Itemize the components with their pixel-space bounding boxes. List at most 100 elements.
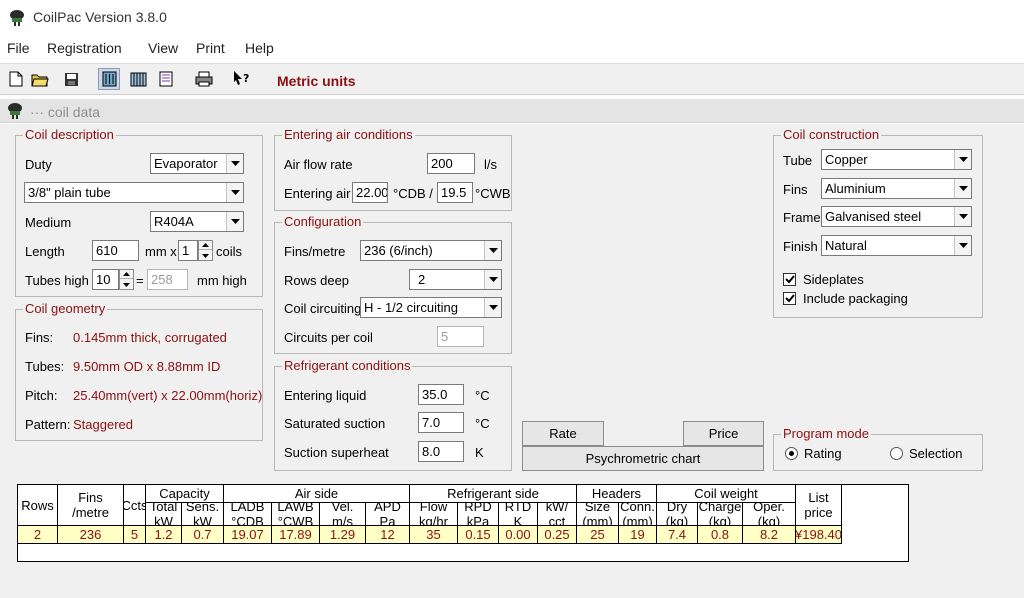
circuits-per-coil-label: Circuits per coil bbox=[284, 330, 373, 345]
result-cell: 0.8 bbox=[698, 526, 743, 544]
chevron-down-icon bbox=[226, 154, 243, 173]
coils-input[interactable]: 1 bbox=[178, 240, 198, 261]
tubes-high-input[interactable]: 10 bbox=[92, 269, 119, 290]
menu-print[interactable]: Print bbox=[196, 40, 225, 56]
rate-button[interactable]: Rate bbox=[522, 421, 604, 446]
group-title: Refrigerant conditions bbox=[282, 358, 413, 373]
group-header-text: Air side bbox=[294, 486, 339, 501]
tube-type-select[interactable]: 3/8" plain tube bbox=[24, 182, 244, 203]
column-header: LAWB °CWB bbox=[272, 503, 320, 526]
construction-fins-select[interactable]: Aluminium bbox=[821, 178, 972, 199]
coil-circuiting-label: Coil circuiting bbox=[284, 301, 362, 316]
entering-liquid-input[interactable]: 35.0 bbox=[418, 384, 464, 405]
entering-liquid-label: Entering liquid bbox=[284, 388, 367, 403]
mm-high-label: mm high bbox=[197, 273, 247, 288]
geom-tubes-label: Tubes: bbox=[25, 359, 65, 374]
result-cell-text: ¥198.40 bbox=[796, 527, 842, 542]
menu-help[interactable]: Help bbox=[245, 40, 274, 56]
new-file-button[interactable] bbox=[5, 68, 27, 90]
column-header: List price bbox=[796, 485, 842, 526]
column-header-text: APD Pa bbox=[374, 503, 401, 526]
column-header-text: Charge (kg) bbox=[698, 503, 742, 526]
duty-select[interactable]: Evaporator bbox=[150, 153, 244, 174]
column-header-text: RTD K bbox=[504, 503, 532, 526]
entering-wb-input[interactable]: 19.5 bbox=[437, 182, 473, 203]
group-header-text: Capacity bbox=[159, 486, 210, 501]
units-label: Metric units bbox=[277, 73, 356, 89]
construction-finish-select[interactable]: Natural bbox=[821, 235, 972, 256]
duty-label: Duty bbox=[25, 157, 52, 172]
length-label: Length bbox=[25, 244, 65, 259]
menu-file[interactable]: File bbox=[7, 40, 30, 56]
tube-type-value: 3/8" plain tube bbox=[28, 185, 111, 200]
saturated-suction-input[interactable]: 7.0 bbox=[418, 412, 464, 433]
sideplates-checkbox[interactable] bbox=[783, 273, 796, 286]
save-button[interactable] bbox=[60, 68, 82, 90]
selection-radio[interactable] bbox=[890, 447, 903, 460]
include-packaging-checkbox[interactable] bbox=[783, 292, 796, 305]
length-input[interactable]: 610 bbox=[92, 240, 139, 261]
column-header-text: Sens. kW bbox=[185, 503, 220, 526]
coil-data-view-button[interactable] bbox=[98, 68, 120, 90]
chevron-down-icon bbox=[954, 179, 971, 198]
spin-down-icon[interactable] bbox=[120, 280, 133, 289]
fins-per-metre-value: 236 (6/inch) bbox=[364, 243, 433, 258]
group-header: Coil weight bbox=[657, 485, 796, 503]
column-header: Dry (kg) bbox=[657, 503, 698, 526]
group-header: Refrigerant side bbox=[410, 485, 577, 503]
group-header-text: Headers bbox=[591, 486, 642, 501]
column-header: kW/cct bbox=[538, 503, 577, 526]
medium-label: Medium bbox=[25, 215, 72, 230]
construction-finish-value: Natural bbox=[825, 238, 867, 253]
result-cell: 25 bbox=[577, 526, 619, 544]
result-cell-text: 17.89 bbox=[279, 527, 312, 542]
report-view-button[interactable] bbox=[155, 68, 177, 90]
medium-select[interactable]: R404A bbox=[150, 211, 244, 232]
group-title: Entering air conditions bbox=[282, 127, 415, 142]
grid-view-button[interactable] bbox=[127, 68, 149, 90]
entering-air-label: Entering air bbox=[284, 186, 351, 201]
spin-down-icon[interactable] bbox=[199, 251, 212, 260]
psychrometric-chart-button[interactable]: Psychrometric chart bbox=[522, 446, 764, 471]
spin-up-icon[interactable] bbox=[120, 270, 133, 279]
open-folder-button[interactable] bbox=[29, 68, 51, 90]
rows-deep-select[interactable]: 2 bbox=[409, 269, 502, 290]
menu-bar: File Registration View Print Help bbox=[0, 36, 1024, 60]
price-button[interactable]: Price bbox=[683, 421, 764, 446]
construction-tube-select[interactable]: Copper bbox=[821, 149, 972, 170]
coils-stepper[interactable] bbox=[198, 240, 213, 261]
print-button[interactable] bbox=[193, 68, 215, 90]
coil-circuiting-select[interactable]: H - 1/2 circuiting bbox=[360, 297, 502, 318]
airflow-unit: l/s bbox=[484, 157, 497, 172]
suction-superheat-input[interactable]: 8.0 bbox=[418, 441, 464, 462]
entering-liquid-unit: °C bbox=[475, 388, 490, 403]
rating-radio[interactable] bbox=[785, 447, 798, 460]
fins-per-metre-select[interactable]: 236 (6/inch) bbox=[360, 240, 502, 261]
construction-frame-select[interactable]: Galvanised steel bbox=[821, 206, 972, 227]
result-cell: 5 bbox=[124, 526, 146, 544]
equals-sign: = bbox=[136, 273, 144, 288]
result-cell: 0.7 bbox=[182, 526, 224, 544]
column-header-text: RPD kPa bbox=[464, 503, 492, 526]
column-header: Fins/metre bbox=[58, 485, 124, 526]
tubes-high-stepper[interactable] bbox=[119, 269, 134, 290]
context-help-button[interactable]: ? bbox=[231, 68, 253, 90]
result-cell-text: 236 bbox=[79, 527, 102, 542]
airflow-input[interactable]: 200 bbox=[427, 153, 475, 174]
menu-registration[interactable]: Registration bbox=[47, 40, 122, 56]
mm-high-output: 258 bbox=[147, 269, 188, 290]
saturated-suction-label: Saturated suction bbox=[284, 416, 386, 431]
geom-tubes-value: 9.50mm OD x 8.88mm ID bbox=[73, 359, 221, 374]
entering-db-input[interactable]: 22.00 bbox=[352, 182, 388, 203]
result-cell: ¥198.40 bbox=[796, 526, 842, 544]
menu-view[interactable]: View bbox=[148, 40, 178, 56]
result-cell-text: 2 bbox=[33, 527, 42, 542]
group-title: Configuration bbox=[282, 214, 364, 229]
title-bar: CoilPac Version 3.8.0 bbox=[0, 0, 1024, 34]
spin-up-icon[interactable] bbox=[199, 241, 212, 250]
result-cell-text: 35 bbox=[426, 527, 441, 542]
column-header-text: Vel. m/s bbox=[331, 503, 354, 526]
result-cell: 17.89 bbox=[272, 526, 320, 544]
group-title: Coil construction bbox=[781, 127, 882, 142]
group-header: Air side bbox=[224, 485, 410, 503]
